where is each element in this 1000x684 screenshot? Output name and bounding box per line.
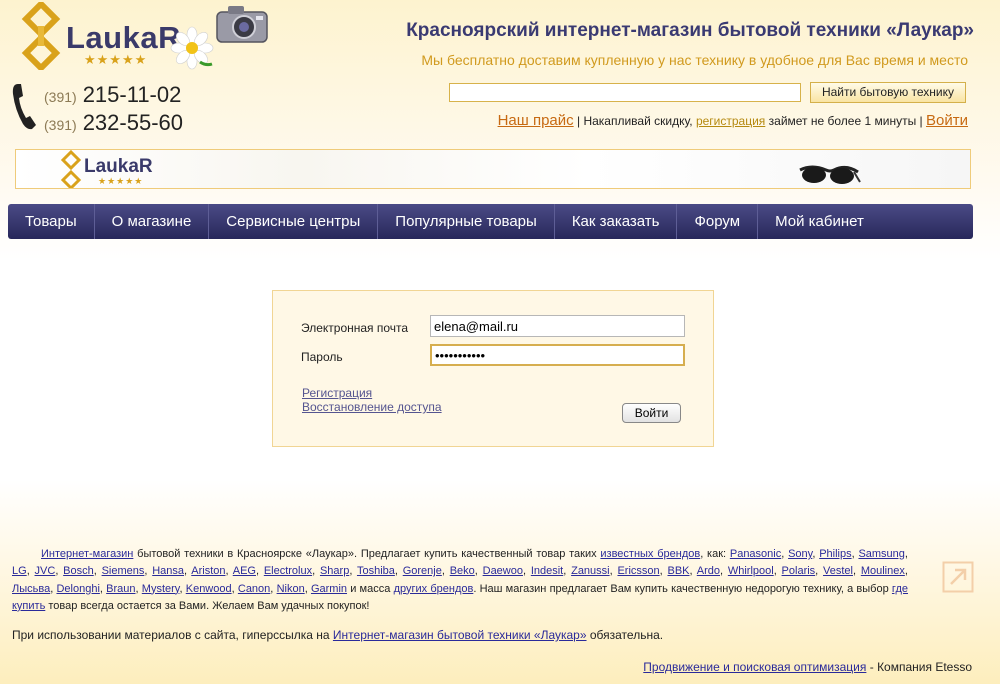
nav-item-how-to-order[interactable]: Как заказать — [555, 204, 678, 239]
brand-link[interactable]: Moulinex — [861, 565, 905, 577]
brand-link[interactable]: Hansa — [152, 565, 184, 577]
phone-digits: 215-11-02 — [82, 82, 182, 107]
brand-link[interactable]: JVC — [35, 565, 56, 577]
seo-and-mass: и масса — [350, 582, 391, 595]
seo-closing: товар всегда остается за Вами. Желаем Ва… — [48, 599, 370, 612]
nav-item-about[interactable]: О магазине — [95, 204, 210, 239]
brand-link[interactable]: Philips — [819, 548, 851, 560]
nav-item-service-centers[interactable]: Сервисные центры — [209, 204, 379, 239]
email-field[interactable] — [430, 315, 685, 337]
shop-link[interactable]: Интернет-магазин — [41, 548, 133, 560]
brand-link[interactable]: Bosch — [63, 565, 94, 577]
logo-stars: ★★★★★ — [84, 52, 148, 67]
discount-text: Накапливай скидку, — [583, 114, 693, 128]
login-form: Электронная почта Пароль Регистрация Вос… — [272, 290, 714, 447]
brand-link[interactable]: BBK — [668, 565, 690, 577]
email-label: Электронная почта — [301, 321, 409, 335]
header-links: Наш прайс | Накапливай скидку, регистрац… — [498, 112, 968, 129]
logo-emblem-icon — [21, 2, 61, 70]
nav-item-popular[interactable]: Популярные товары — [378, 204, 555, 239]
brand-link[interactable]: Nikon — [277, 583, 305, 595]
separator: | — [919, 114, 923, 128]
brand-link[interactable]: LG — [12, 565, 27, 577]
phone-code: (391) — [44, 89, 77, 105]
search-button[interactable]: Найти бытовую технику — [810, 82, 966, 103]
banner-logo-text: LaukaR — [84, 156, 153, 177]
brand-link[interactable]: Indesit — [531, 565, 563, 577]
brand-link[interactable]: Whirlpool — [728, 565, 774, 577]
separator: | — [576, 114, 581, 128]
phone-number-2[interactable]: (391) 232-55-60 — [44, 110, 183, 136]
3d-glasses-icon — [799, 165, 861, 184]
promo-banner[interactable]: LaukaR ★★★★★ — [15, 149, 971, 189]
brand-link[interactable]: Vestel — [823, 565, 853, 577]
seo-intro: бытовой техники в Красноярске «Лаукар». … — [137, 548, 597, 560]
external-link-icon[interactable] — [942, 561, 974, 593]
brand-link[interactable]: Siemens — [102, 565, 145, 577]
phone-number-1[interactable]: (391) 215-11-02 — [44, 82, 181, 108]
site-slogan: Мы бесплатно доставим купленную у нас те… — [421, 52, 968, 68]
other-brands-link[interactable]: других брендов — [394, 583, 474, 595]
brand-link[interactable]: Delonghi — [56, 583, 99, 595]
seo-promotion-link[interactable]: Продвижение и поисковая оптимизация — [643, 660, 866, 674]
brand-link[interactable]: Gorenje — [403, 565, 442, 577]
brand-link[interactable]: Sony — [788, 548, 812, 560]
brand-link[interactable]: Mystery — [142, 583, 180, 595]
brand-link[interactable]: Garmin — [311, 583, 347, 595]
registration-link[interactable]: Регистрация — [302, 386, 372, 400]
brand-link[interactable]: Beko — [450, 565, 475, 577]
brand-link[interactable]: Samsung — [858, 548, 904, 560]
banner-logo-stars: ★★★★★ — [98, 176, 144, 186]
brand-link[interactable]: Daewoo — [483, 565, 523, 577]
discount-text-end: займет не более 1 минуты — [768, 114, 917, 128]
banner-logo-emblem-icon — [60, 150, 82, 188]
nav-item-forum[interactable]: Форум — [677, 204, 759, 239]
developer-credit: Продвижение и поисковая оптимизация - Ко… — [643, 660, 972, 674]
search-input[interactable] — [449, 83, 801, 102]
main-nav: Товары О магазине Сервисные центры Попул… — [8, 204, 973, 239]
password-field[interactable] — [430, 344, 685, 366]
seo-as: , как: — [700, 548, 727, 560]
phone-digits: 232-55-60 — [82, 110, 183, 135]
camera-icon — [216, 6, 268, 43]
login-button[interactable]: Войти — [622, 403, 681, 423]
notice-end: обязательна. — [589, 628, 664, 642]
brand-link[interactable]: Zanussi — [571, 565, 610, 577]
brand-link[interactable]: Electrolux — [264, 565, 312, 577]
notice-link[interactable]: Интернет-магазин бытовой техники «Лаукар… — [333, 628, 587, 642]
site-logo[interactable]: LaukaR ★★★★★ — [18, 2, 273, 72]
seo-after: . Наш магазин предлагает Вам купить каче… — [473, 582, 889, 595]
logo-text: LaukaR — [66, 20, 181, 55]
nav-item-account[interactable]: Мой кабинет — [758, 204, 881, 239]
restore-access-link[interactable]: Восстановление доступа — [302, 400, 442, 414]
brand-link[interactable]: Ericsson — [617, 565, 659, 577]
nav-item-products[interactable]: Товары — [8, 204, 95, 239]
password-label: Пароль — [301, 350, 343, 364]
brand-link[interactable]: Polaris — [782, 565, 816, 577]
brand-link[interactable]: Ardo — [697, 565, 720, 577]
brand-link[interactable]: Лысьва — [12, 583, 50, 595]
copyright-notice: При использовании материалов с сайта, ги… — [12, 628, 663, 642]
company-name: - Компания Etesso — [869, 660, 972, 674]
brand-link[interactable]: Canon — [238, 583, 270, 595]
brand-link[interactable]: Kenwood — [186, 583, 232, 595]
site-title: Красноярский интернет-магазин бытовой те… — [406, 20, 974, 41]
phone-icon — [12, 84, 36, 130]
notice-text: При использовании материалов с сайта, ги… — [12, 628, 330, 642]
phone-code: (391) — [44, 117, 77, 133]
brand-link[interactable]: Sharp — [320, 565, 349, 577]
brand-link[interactable]: AEG — [233, 565, 256, 577]
register-link[interactable]: регистрация — [696, 114, 765, 128]
header-login-link[interactable]: Войти — [926, 112, 968, 129]
price-link[interactable]: Наш прайс — [498, 112, 574, 129]
brand-link[interactable]: Panasonic — [730, 548, 781, 560]
brands-link[interactable]: известных брендов — [600, 548, 700, 560]
daisy-icon — [170, 26, 214, 70]
brand-link[interactable]: Braun — [106, 583, 135, 595]
seo-text: Интернет-магазин бытовой техники в Красн… — [12, 546, 908, 615]
brand-link[interactable]: Toshiba — [357, 565, 395, 577]
brand-link[interactable]: Ariston — [191, 565, 225, 577]
